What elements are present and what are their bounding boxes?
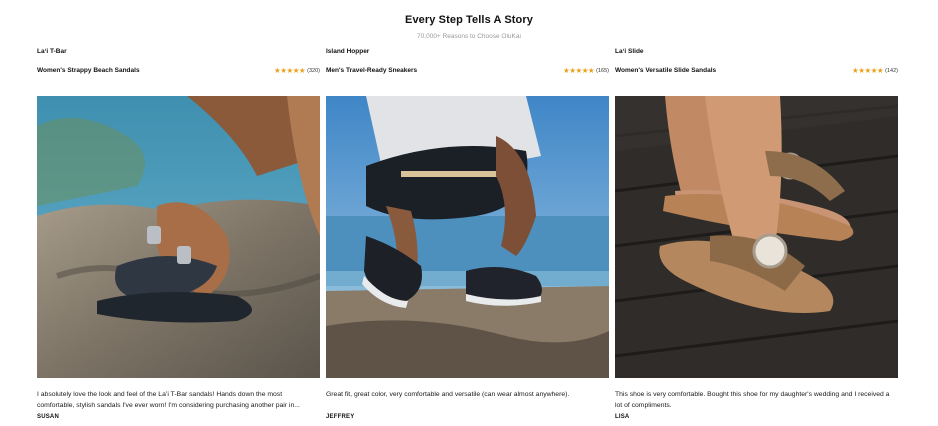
section-subtitle: 70,000+ Reasons to Choose OluKai [417, 33, 521, 40]
review-text: I absolutely love the look and feel of t… [37, 391, 300, 409]
product-description: Women's Versatile Slide Sandals [615, 67, 717, 74]
star-rating-icon: ★★★★★ [563, 66, 595, 75]
rating-count: (320) [307, 67, 320, 74]
sneaker-beach-photo [326, 96, 609, 378]
review-text: Great fit, great color, very comfortable… [326, 391, 570, 398]
star-rating-icon: ★★★★★ [274, 66, 306, 75]
product-meta-row: Women's Strappy Beach Sandals ★★★★★ (320… [37, 65, 320, 76]
sandal-beach-photo [37, 96, 320, 378]
review-card-island-hopper[interactable]: Island Hopper Men's Travel-Ready Sneaker… [326, 48, 609, 420]
product-name-link[interactable]: Laʻi Slide [615, 48, 898, 58]
rating-count: (142) [885, 67, 898, 74]
product-description: Men's Travel-Ready Sneakers [326, 67, 418, 74]
product-rating: ★★★★★ (320) [274, 66, 320, 75]
review-author: JEFFREY [326, 414, 355, 420]
review-author: SUSAN [37, 414, 60, 420]
review-card-lai-slide[interactable]: Laʻi Slide Women's Versatile Slide Sanda… [615, 48, 898, 420]
section-title: Every Step Tells A Story [405, 14, 533, 26]
product-rating: ★★★★★ (142) [852, 66, 898, 75]
product-name-link[interactable]: Laʻi T-Bar [37, 48, 320, 58]
product-photo[interactable] [326, 96, 609, 378]
product-description: Women's Strappy Beach Sandals [37, 67, 140, 74]
product-meta-row: Men's Travel-Ready Sneakers ★★★★★ (165) [326, 65, 609, 76]
product-name-link[interactable]: Island Hopper [326, 48, 609, 58]
product-photo[interactable] [37, 96, 320, 378]
section-header: Every Step Tells A Story 70,000+ Reasons… [0, 14, 938, 40]
review-text: This shoe is very comfortable. Bought th… [615, 391, 890, 409]
product-rating: ★★★★★ (165) [563, 66, 609, 75]
star-rating-icon: ★★★★★ [852, 66, 884, 75]
review-author: LISA [615, 414, 630, 420]
slide-deck-photo [615, 96, 898, 378]
product-photo[interactable] [615, 96, 898, 378]
rating-count: (165) [596, 67, 609, 74]
review-card-lai-t-bar[interactable]: Laʻi T-Bar Women's Strappy Beach Sandals… [37, 48, 320, 420]
product-meta-row: Women's Versatile Slide Sandals ★★★★★ (1… [615, 65, 898, 76]
